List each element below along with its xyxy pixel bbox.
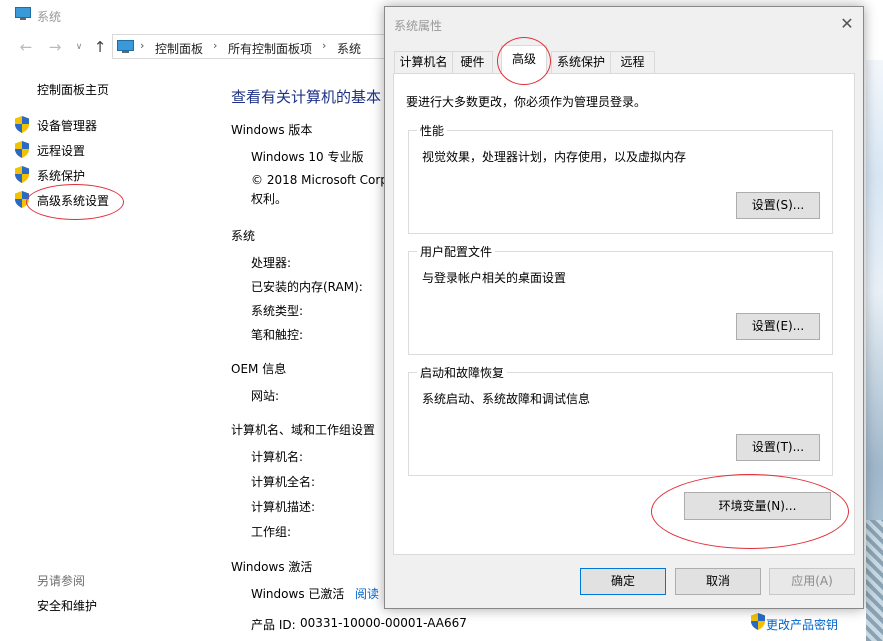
breadcrumb-separator-icon: › [213, 39, 218, 52]
apply-button[interactable]: 应用(A) [769, 568, 855, 595]
dialog-title: 系统属性 [394, 19, 443, 33]
close-icon[interactable]: ✕ [837, 14, 857, 34]
copyright-line-1: © 2018 Microsoft Corp [251, 173, 388, 187]
arrow-right-icon[interactable]: → [46, 38, 64, 56]
workgroup-label: 工作组: [251, 525, 292, 539]
activation-status: Windows 已激活 [251, 587, 345, 601]
tab-computer-name[interactable]: 计算机名 [394, 51, 453, 73]
sidebar-item-security-maintenance[interactable]: 安全和维护 [37, 597, 97, 614]
user-profiles-settings-button[interactable]: 设置(E)... [736, 313, 820, 340]
windows-edition-name: Windows 10 专业版 [251, 150, 364, 164]
performance-legend: 性能 [417, 122, 448, 139]
sidebar-item-advanced-system-settings[interactable]: 高级系统设置 [37, 192, 109, 209]
environment-variables-button[interactable]: 环境变量(N)... [684, 492, 831, 520]
system-properties-dialog: 系统属性 ✕ 计算机名 硬件 高级 系统保护 远程 要进行大多数更改，你必须作为… [384, 6, 864, 609]
copyright-line-2: 权利。 [251, 192, 288, 206]
arrow-up-icon[interactable]: ↑ [91, 38, 109, 56]
breadcrumb-separator-icon: › [322, 39, 327, 52]
breadcrumb-all-items[interactable]: 所有控制面板项 [228, 40, 312, 57]
computer-name-label: 计算机名: [251, 450, 304, 464]
sidebar-item-remote-settings[interactable]: 远程设置 [37, 142, 85, 159]
uac-shield-icon [15, 191, 29, 208]
uac-shield-icon [15, 116, 29, 133]
see-also-label: 另请参阅 [37, 574, 86, 588]
user-profiles-description: 与登录帐户相关的桌面设置 [422, 271, 567, 285]
page-title: 查看有关计算机的基本 [231, 88, 382, 106]
user-profiles-group: 用户配置文件 与登录帐户相关的桌面设置 设置(E)... [408, 243, 833, 355]
chevron-down-icon[interactable]: ∨ [70, 38, 88, 56]
performance-group: 性能 视觉效果，处理器计划，内存使用，以及虚拟内存 设置(S)... [408, 122, 833, 234]
uac-shield-icon [15, 141, 29, 158]
tab-hardware[interactable]: 硬件 [452, 51, 493, 73]
computer-description-label: 计算机描述: [251, 500, 316, 514]
admin-note: 要进行大多数更改，你必须作为管理员登录。 [406, 95, 647, 109]
startup-recovery-settings-button[interactable]: 设置(T)... [736, 434, 820, 461]
sidebar-item-system-protection[interactable]: 系统保护 [37, 167, 85, 184]
desktop-background-tile [866, 520, 883, 641]
pen-touch-label: 笔和触控: [251, 328, 304, 342]
startup-recovery-description: 系统启动、系统故障和调试信息 [422, 392, 591, 406]
breadcrumb-system[interactable]: 系统 [337, 40, 361, 57]
sidebar-control-panel-home[interactable]: 控制面板主页 [37, 81, 109, 98]
control-panel-icon [117, 40, 134, 53]
performance-description: 视觉效果，处理器计划，内存使用，以及虚拟内存 [422, 150, 687, 164]
tab-remote[interactable]: 远程 [610, 51, 655, 73]
breadcrumb-control-panel[interactable]: 控制面板 [155, 40, 203, 57]
ram-label: 已安装的内存(RAM): [251, 280, 363, 294]
arrow-left-icon[interactable]: ← [17, 38, 35, 56]
product-id-value: 00331-10000-00001-AA667 [300, 616, 467, 630]
system-type-label: 系统类型: [251, 304, 304, 318]
system-window-title: 系统 [37, 10, 62, 24]
uac-shield-icon [15, 166, 29, 183]
startup-recovery-group: 启动和故障恢复 系统启动、系统故障和调试信息 设置(T)... [408, 364, 833, 476]
startup-recovery-legend: 启动和故障恢复 [417, 364, 508, 381]
processor-label: 处理器: [251, 256, 292, 270]
activation-read-link[interactable]: 阅读 [355, 585, 379, 602]
computer-full-name-label: 计算机全名: [251, 475, 316, 489]
address-bar[interactable]: › 控制面板 › 所有控制面板项 › 系统 [112, 34, 402, 59]
activation-section-label: Windows 激活 [231, 560, 313, 574]
tab-advanced[interactable]: 高级 [501, 45, 547, 74]
system-section-label: 系统 [231, 229, 256, 243]
cancel-button[interactable]: 取消 [675, 568, 761, 595]
windows-edition-label: Windows 版本 [231, 123, 313, 137]
oem-section-label: OEM 信息 [231, 362, 287, 376]
user-profiles-legend: 用户配置文件 [417, 243, 496, 260]
product-id-label: 产品 ID: [251, 618, 296, 632]
sidebar-item-device-manager[interactable]: 设备管理器 [37, 117, 97, 134]
uac-shield-icon [751, 613, 765, 630]
change-product-key-link[interactable]: 更改产品密钥 [766, 616, 838, 633]
ok-button[interactable]: 确定 [580, 568, 666, 595]
computer-name-section-label: 计算机名、域和工作组设置 [231, 423, 376, 437]
tab-system-protection[interactable]: 系统保护 [551, 51, 611, 73]
computer-icon [15, 7, 31, 20]
performance-settings-button[interactable]: 设置(S)... [736, 192, 820, 219]
website-label: 网站: [251, 389, 280, 403]
breadcrumb-separator-icon: › [140, 39, 145, 52]
